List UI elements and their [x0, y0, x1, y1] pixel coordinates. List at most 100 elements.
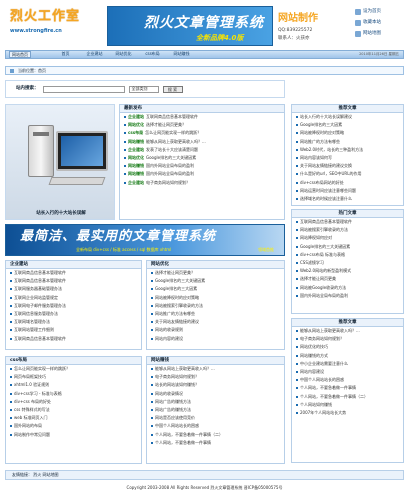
featured-caption[interactable]: 站长入行的十大站长误解 [6, 211, 116, 216]
list-item[interactable]: Web2.0网站的新型盈利模式 [292, 267, 403, 275]
list-item[interactable]: Google排名的三大因素 [147, 285, 284, 293]
list-item[interactable]: 网站被降权时的应对策略 [292, 129, 403, 137]
category-tag[interactable]: 网站优化 [128, 122, 144, 127]
list-item[interactable]: 网站广告的赚钱方法 [147, 406, 284, 414]
list-item[interactable]: div+css 布局的好处 [6, 398, 141, 406]
list-item[interactable]: 网站内容的建设 [147, 335, 284, 343]
list-item[interactable]: 网站内容该如何写 [292, 154, 403, 162]
list-item[interactable]: 能够从网站上获取更高收入吗？... [292, 327, 403, 335]
list-item[interactable]: 个人网站，不要急着做一件事情 [292, 384, 403, 392]
list-item[interactable]: 什么是好的url，SEO中URL的作用 [292, 170, 403, 178]
list-item[interactable]: 站长的网站该如何赚钱？ [147, 381, 284, 389]
list-item[interactable]: Google排名的三大关键因素 [147, 277, 284, 285]
list-item[interactable]: 企业建站 发表了站长十大应该清楚问题 [120, 146, 284, 154]
list-item[interactable]: div+css布局网站的好处 [292, 179, 403, 187]
list-item[interactable]: 网站被降权时的应对策略 [147, 294, 284, 302]
list-item[interactable]: 电子商务网站如何规划？ [292, 335, 403, 343]
category-tag[interactable]: 企业建站 [128, 180, 144, 185]
list-item[interactable]: web 标准网页入门 [6, 414, 141, 422]
list-item[interactable]: 互联网服务器基础管理办法 [6, 285, 141, 293]
nav-home-tab[interactable]: 网站首页 [9, 51, 31, 58]
list-item[interactable]: 个人网站，不要急着做一件事情（二） [292, 393, 403, 401]
list-item[interactable]: div+css布局 标准与表格 [292, 251, 403, 259]
list-item[interactable]: 选择才能让网页更美？ [147, 269, 284, 277]
list-item[interactable]: 个人网站，不要急着做一件事情 [147, 439, 284, 447]
category-select[interactable]: 全部类别 [128, 85, 159, 93]
list-item[interactable]: 互联网电子邮件服务管理办法 [6, 302, 141, 310]
list-item[interactable]: 互联网商品信息基本管理软件 [292, 218, 403, 226]
list-item[interactable]: 个人网站如何赚钱 [292, 401, 403, 409]
category-tag[interactable]: css布局 [128, 130, 143, 135]
bookmark-link[interactable]: 收藏本站 [355, 20, 405, 26]
list-item[interactable]: 网站的收录情况 [147, 390, 284, 398]
list-item[interactable]: 互联网商品信息基本管理软件 [6, 269, 141, 277]
list-item[interactable]: 网站被Google收录的方法 [292, 284, 403, 292]
set-homepage-link[interactable]: 设为首页 [355, 9, 405, 15]
list-item[interactable]: Google排名的三大关键因素 [292, 243, 403, 251]
list-item[interactable]: 个人网站，不要急着做一件事情（二） [147, 431, 284, 439]
list-item[interactable]: 中国个人网站站长的困惑 [147, 422, 284, 430]
list-item[interactable]: 国内外网站全局布局的盈利 [292, 292, 403, 300]
list-item[interactable]: 国外网站的布局 [6, 422, 141, 430]
list-item[interactable]: 互联网商品信息基本管理软件 [6, 335, 141, 343]
list-item[interactable]: 能够从网站上获取更高收入吗？... [147, 365, 284, 373]
list-item[interactable]: 网站的收录规则 [147, 326, 284, 334]
list-item[interactable]: 电子商务网站如何规划？ [147, 373, 284, 381]
list-item[interactable]: 关于网站友情链接的建议 [147, 318, 284, 326]
list-item[interactable]: 网站赚钱 国内外网站全局布局的盈利 [120, 162, 284, 170]
list-item[interactable]: 互联网信息服务管理办法 [6, 310, 141, 318]
sitemap-link[interactable]: 网站地图 [355, 31, 405, 37]
list-item[interactable]: 网站运营时间应该注意哪些问题 [292, 187, 403, 195]
category-tag[interactable]: 网站优化 [128, 155, 144, 160]
list-item[interactable]: 企业建站 电子商务网站如何规划？ [120, 179, 284, 187]
list-item[interactable]: Google排名的三大因素 [292, 121, 403, 129]
list-item[interactable]: 互联网域名管理办法 [6, 318, 141, 326]
list-item[interactable]: 站长入行的十大站长误解建议 [292, 113, 403, 121]
list-item[interactable]: 网站优化 选择才能让网页更美？ [120, 121, 284, 129]
list-item[interactable]: 网站推广的方法有哪些 [292, 138, 403, 146]
list-item[interactable]: css布局 怎么让网页能实现一样的跳跃？ [120, 129, 284, 137]
list-item[interactable]: 中小企业建站需要注意什么 [292, 360, 403, 368]
nav-item-css[interactable]: css布局 [138, 51, 167, 57]
list-item[interactable]: Web2.0时代，站长的三种盈利方法 [292, 146, 403, 154]
category-tag[interactable]: 企业建站 [128, 147, 144, 152]
list-item[interactable]: 互联网商品信息基本管理软件 [6, 277, 141, 285]
list-item[interactable]: 网站赚钱的方式 [292, 352, 403, 360]
list-item[interactable]: 网站制作中常见问题 [6, 431, 141, 439]
list-item[interactable]: 企业建站 互联网商品信息基本管理软件 [120, 113, 284, 121]
category-tag[interactable]: 网站赚钱 [128, 139, 144, 144]
list-item[interactable]: 网站降权如何应对 [292, 234, 403, 242]
list-item[interactable]: 网站优化 Google排名的三大关键因素 [120, 154, 284, 162]
search-input[interactable] [42, 85, 125, 93]
friend-links[interactable]: 友情链接： 烈火 网站地图 [5, 470, 404, 480]
site-logo[interactable]: 烈火工作室 www.strongfire.cn [10, 9, 80, 39]
nav-item-seo[interactable]: 网站优化 [109, 51, 138, 57]
list-item[interactable]: 网站被搜索引擎收录的方法 [292, 226, 403, 234]
list-item[interactable]: 网站内容建设 [292, 368, 403, 376]
list-item[interactable]: 关于网站友情链接的建议交换 [292, 162, 403, 170]
list-item[interactable]: 中国个人网站站长的困惑 [292, 376, 403, 384]
list-item[interactable]: 网站是否应该使用竞价 [147, 414, 284, 422]
nav-item-home[interactable]: 首页 [51, 51, 80, 57]
list-item[interactable]: 网站赚钱 能够从网站上获取更高收入吗？... [120, 138, 284, 146]
list-item[interactable]: 互联网站管理工作细则 [6, 326, 141, 334]
list-item[interactable]: 选择域名的时候应该注意什么 [292, 195, 403, 203]
list-item[interactable]: 网站被搜索引擎收录的方法 [147, 302, 284, 310]
category-tag[interactable]: 网站赚钱 [128, 163, 144, 168]
list-item[interactable]: css 特殊样式的写法 [6, 406, 141, 414]
list-item[interactable]: 选择才能让网页更美 [292, 275, 403, 283]
search-button[interactable]: 搜 索 [162, 85, 183, 93]
list-item[interactable]: 2007年个人网站站长大势 [292, 409, 403, 417]
list-item[interactable]: div+css学习 - 标准与表格 [6, 390, 141, 398]
featured-image[interactable]: 站长入行的十大站长误解 [5, 104, 115, 220]
list-item[interactable]: CSS滤镜学习 [292, 259, 403, 267]
nav-item-earn[interactable]: 网站赚钱 [167, 51, 196, 57]
list-item[interactable]: 网站优化的技巧 [292, 343, 403, 351]
category-tag[interactable]: 网站赚钱 [128, 171, 144, 176]
list-item[interactable]: xhtml1.0 验证规则 [6, 381, 141, 389]
list-item[interactable]: 网页布局框架技巧 [6, 373, 141, 381]
list-item[interactable]: 网站赚钱 国内外网站全局布局的盈利 [120, 170, 284, 178]
category-tag[interactable]: 企业建站 [128, 114, 144, 119]
list-item[interactable]: 网站推广的方法有哪些 [147, 310, 284, 318]
list-item[interactable]: 网站广告的赚钱方法 [147, 398, 284, 406]
